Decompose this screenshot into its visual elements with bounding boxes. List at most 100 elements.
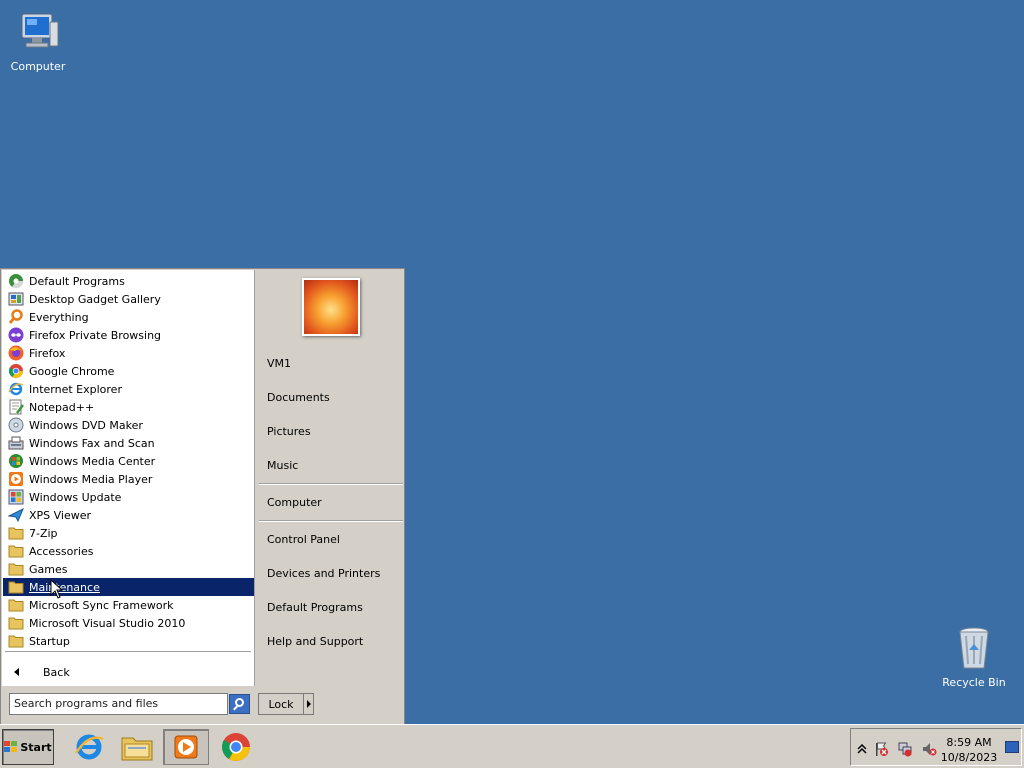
program-item[interactable]: Windows Media Center	[3, 452, 254, 470]
program-item[interactable]: 7-Zip	[3, 524, 254, 542]
program-label: Desktop Gadget Gallery	[29, 292, 161, 306]
chrome-icon	[222, 733, 250, 761]
computer-link[interactable]: Computer	[267, 496, 322, 509]
folder-icon	[8, 615, 24, 631]
mouse-cursor-icon	[50, 579, 64, 599]
program-item[interactable]: Firefox	[3, 344, 254, 362]
volume-muted-icon[interactable]	[921, 741, 937, 757]
program-label: Accessories	[29, 544, 94, 558]
program-item[interactable]: Microsoft Sync Framework	[3, 596, 254, 614]
pictures-link[interactable]: Pictures	[267, 425, 311, 438]
user-folder-link[interactable]: VM1	[267, 357, 291, 370]
program-item[interactable]: Windows Fax and Scan	[3, 434, 254, 452]
notepad-plus-plus-icon	[8, 399, 24, 415]
program-label: Everything	[29, 310, 89, 324]
program-item[interactable]: Accessories	[3, 542, 254, 560]
control-panel-link[interactable]: Control Panel	[267, 533, 340, 546]
taskbar: Start 8:59 AM 10/8/2023	[0, 724, 1024, 768]
shutdown-options-button[interactable]	[303, 693, 314, 715]
right-divider	[259, 483, 403, 485]
program-label: Windows Update	[29, 490, 122, 504]
program-item[interactable]: Startup	[3, 632, 254, 650]
search-input[interactable]: Search programs and files	[9, 693, 228, 715]
desktop-icon-computer[interactable]: Computer	[0, 8, 76, 73]
recycle-bin-icon	[950, 624, 998, 672]
computer-icon	[14, 8, 62, 56]
program-item[interactable]: Windows DVD Maker	[3, 416, 254, 434]
system-tray: 8:59 AM 10/8/2023	[850, 728, 1022, 766]
chrome-icon	[8, 363, 24, 379]
folder-explorer-icon	[121, 737, 153, 761]
program-item[interactable]: Everything	[3, 308, 254, 326]
user-picture-avatar[interactable]	[302, 278, 360, 336]
program-item[interactable]: Default Programs	[3, 272, 254, 290]
media-center-icon	[8, 453, 24, 469]
music-link[interactable]: Music	[267, 459, 298, 472]
gadget-gallery-icon	[8, 291, 24, 307]
network-icon[interactable]	[897, 741, 913, 757]
taskbar-internet-explorer[interactable]	[66, 729, 112, 765]
start-menu-right-pane: VM1 Documents Pictures Music Computer Co…	[256, 270, 404, 686]
program-item[interactable]: Games	[3, 560, 254, 578]
clock-date[interactable]: 10/8/2023	[939, 751, 999, 764]
program-label: Google Chrome	[29, 364, 115, 378]
taskbar-chrome[interactable]	[213, 729, 259, 765]
program-label: Startup	[29, 634, 70, 648]
program-item[interactable]: Desktop Gadget Gallery	[3, 290, 254, 308]
program-label: Internet Explorer	[29, 382, 122, 396]
search-placeholder: Search programs and files	[14, 697, 159, 710]
program-label: Windows DVD Maker	[29, 418, 143, 432]
xps-viewer-icon	[7, 507, 24, 523]
program-item[interactable]: Windows Update	[3, 488, 254, 506]
show-hidden-icons-chevron-up-icon[interactable]	[854, 741, 870, 757]
programs-divider	[5, 651, 251, 653]
program-label: Windows Media Player	[29, 472, 153, 486]
back-button[interactable]: Back	[2, 661, 253, 683]
taskbar-media-player[interactable]	[163, 729, 209, 765]
default-programs-icon	[8, 273, 24, 289]
folder-icon	[8, 525, 24, 541]
everything-search-icon	[8, 309, 24, 325]
program-item[interactable]: Google Chrome	[3, 362, 254, 380]
program-label: Default Programs	[29, 274, 125, 288]
back-label: Back	[43, 665, 70, 679]
program-label: Maintenance	[29, 580, 100, 594]
program-label: Firefox	[29, 346, 66, 360]
program-item[interactable]: Internet Explorer	[3, 380, 254, 398]
program-item[interactable]: Firefox Private Browsing	[3, 326, 254, 344]
documents-link[interactable]: Documents	[267, 391, 330, 404]
show-desktop-button[interactable]	[1005, 741, 1019, 753]
all-programs-list: Default Programs Desktop Gadget Gallery Ev…	[2, 270, 255, 686]
action-center-flag-icon[interactable]	[873, 741, 889, 757]
program-label: XPS Viewer	[29, 508, 92, 522]
right-divider	[259, 520, 403, 522]
lock-label: Lock	[268, 697, 294, 711]
program-label: Windows Media Center	[29, 454, 156, 468]
clock-time[interactable]: 8:59 AM	[939, 736, 999, 749]
desktop-icon-label: Recycle Bin	[942, 676, 1006, 689]
folder-icon	[8, 561, 24, 577]
folder-icon	[8, 543, 24, 559]
lock-button[interactable]: Lock	[258, 693, 304, 715]
chevron-right-icon	[307, 700, 311, 708]
program-label: Microsoft Visual Studio 2010	[29, 616, 186, 630]
program-item[interactable]: Microsoft Visual Studio 2010	[3, 614, 254, 632]
program-item[interactable]: Maintenance	[3, 578, 254, 596]
default-programs-link[interactable]: Default Programs	[267, 601, 363, 614]
desktop-icon-recycle-bin[interactable]: Recycle Bin	[936, 624, 1012, 689]
folder-icon	[8, 633, 24, 649]
program-label: Microsoft Sync Framework	[29, 598, 174, 612]
taskbar-file-explorer[interactable]	[114, 729, 160, 765]
program-item[interactable]: Notepad++	[3, 398, 254, 416]
desktop-icon-label: Computer	[10, 60, 66, 73]
help-support-link[interactable]: Help and Support	[267, 635, 363, 648]
folder-icon	[8, 597, 24, 613]
internet-explorer-icon	[8, 381, 24, 397]
fax-scan-icon	[8, 435, 24, 451]
windows-logo-icon	[4, 741, 18, 753]
program-item[interactable]: XPS Viewer	[3, 506, 254, 524]
start-button[interactable]: Start	[2, 729, 54, 765]
search-button[interactable]	[229, 694, 250, 714]
devices-printers-link[interactable]: Devices and Printers	[267, 567, 380, 580]
program-item[interactable]: Windows Media Player	[3, 470, 254, 488]
